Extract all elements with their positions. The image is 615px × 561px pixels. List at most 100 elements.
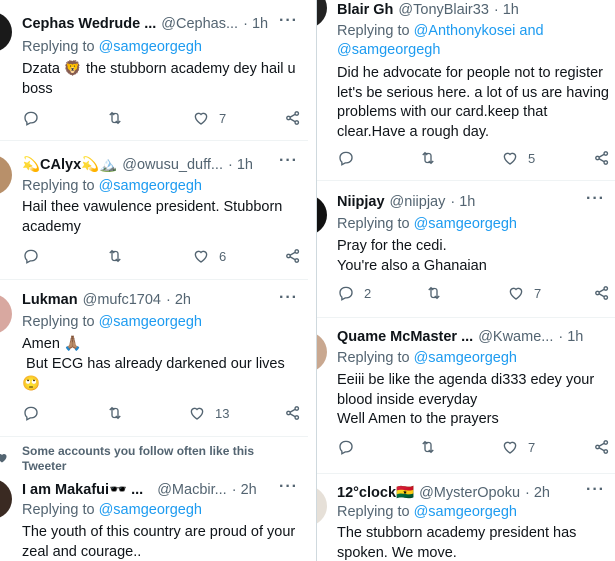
like-button[interactable]: 7 (192, 109, 226, 127)
mention-link[interactable]: @samgeorgegh (99, 502, 202, 518)
text-line: Pray for the cedi. (337, 238, 447, 254)
mention-link[interactable]: @samgeorgegh (414, 350, 517, 366)
avatar[interactable] (317, 0, 327, 28)
author-handle[interactable]: @MysterOpoku (419, 485, 520, 501)
heart-icon (503, 441, 517, 454)
avatar[interactable] (0, 294, 12, 334)
share-button[interactable] (284, 247, 302, 265)
reply-icon (339, 440, 353, 455)
share-button[interactable] (284, 109, 302, 127)
author-handle[interactable]: @TonyBlair33 (398, 2, 488, 18)
mention-link[interactable]: @samgeorgegh (99, 178, 202, 194)
author-name[interactable]: Quame McMaster ... (337, 329, 473, 345)
retweet-button[interactable] (106, 404, 124, 422)
mention-link[interactable]: @samgeorgegh (99, 314, 202, 330)
tweet-time[interactable]: · 1h (228, 157, 253, 173)
share-button[interactable] (284, 404, 302, 422)
more-options-icon[interactable]: ··· (586, 481, 605, 499)
retweet-icon (109, 111, 121, 125)
like-count: 5 (528, 150, 536, 166)
share-button[interactable] (593, 284, 611, 302)
author-name[interactable]: Cephas Wedrude ... (22, 16, 156, 32)
like-button[interactable]: 7 (507, 284, 541, 302)
retweet-button[interactable] (106, 109, 124, 127)
more-options-icon[interactable]: ··· (279, 152, 298, 170)
reply-button[interactable] (22, 404, 40, 422)
replying-to: Replying to @samgeorgegh (22, 314, 202, 330)
heart-icon (509, 287, 523, 300)
share-button[interactable] (593, 438, 611, 456)
tweet-card[interactable]: Lukman @mufc1704 · 2h ··· Replying to @s… (0, 280, 308, 437)
mention-link[interactable]: @samgeorgegh (337, 42, 440, 58)
tweet-card[interactable]: Blair Gh @TonyBlair33 · 1h Replying to @… (317, 0, 615, 181)
reply-button[interactable]: 2 (337, 284, 371, 302)
author-handle[interactable]: @Kwame... (478, 329, 553, 345)
author-name[interactable]: Niipjay (337, 194, 385, 210)
avatar[interactable] (317, 332, 327, 372)
like-button[interactable]: 13 (188, 404, 229, 422)
author-handle[interactable]: @niipjay (390, 194, 446, 210)
tweet-card[interactable]: Niipjay @niipjay · 1h ··· Replying to @s… (317, 181, 615, 318)
mention-link[interactable]: @samgeorgegh (414, 216, 517, 232)
mention-link[interactable]: @samgeorgegh (99, 39, 202, 55)
mention-link[interactable]: @Anthonykosei and (414, 23, 544, 39)
avatar[interactable] (0, 12, 12, 52)
author-name[interactable]: 💫CAlyx💫🏔️ (22, 156, 117, 173)
reply-button[interactable] (22, 247, 40, 265)
author-handle[interactable]: @Cephas... (161, 16, 238, 32)
more-options-icon[interactable]: ··· (279, 289, 298, 307)
tweet-card[interactable]: 12°clock🇬🇭 @MysterOpoku · 2h ··· Replyin… (317, 474, 615, 561)
author-name[interactable]: 12°clock🇬🇭 (337, 484, 414, 501)
author-name[interactable]: Blair Gh (337, 2, 393, 18)
retweet-button[interactable] (419, 149, 437, 167)
tweet-time[interactable]: · 1h (243, 16, 268, 32)
avatar[interactable] (317, 486, 327, 526)
tweet-time[interactable]: · 2h (166, 292, 191, 308)
more-options-icon[interactable]: ··· (586, 190, 605, 208)
reply-icon (339, 286, 353, 301)
author-handle[interactable]: @Macbir... (157, 482, 227, 498)
tweet-time[interactable]: · 1h (494, 2, 519, 18)
tweet-card[interactable]: 💫CAlyx💫🏔️ @owusu_duff... · 1h ··· Replyi… (0, 141, 308, 280)
heart-icon (194, 112, 208, 125)
reply-button[interactable] (337, 438, 355, 456)
author-name[interactable]: Lukman (22, 292, 78, 308)
like-button[interactable]: 7 (501, 438, 535, 456)
like-count: 7 (528, 439, 536, 455)
tweet-text: Pray for the cedi. You're also a Ghanaia… (337, 237, 609, 276)
author-handle[interactable]: @owusu_duff... (122, 157, 223, 173)
like-button[interactable]: 6 (192, 247, 226, 265)
author-handle[interactable]: @mufc1704 (83, 292, 161, 308)
more-options-icon[interactable]: ··· (279, 478, 298, 496)
replying-to: Replying to @Anthonykosei and (337, 23, 544, 39)
replying-prefix: Replying to (22, 314, 95, 330)
tweet-time[interactable]: · 1h (558, 329, 583, 345)
right-column: Blair Gh @TonyBlair33 · 1h Replying to @… (316, 0, 615, 561)
reply-button[interactable] (22, 109, 40, 127)
share-button[interactable] (593, 149, 611, 167)
author-name[interactable]: I am Makafui🕶️ ... (22, 481, 143, 498)
avatar[interactable] (317, 195, 327, 235)
retweet-button[interactable] (425, 284, 443, 302)
more-options-icon[interactable]: ··· (279, 12, 298, 30)
like-count: 13 (215, 405, 230, 421)
tweet-card[interactable]: Cephas Wedrude ... @Cephas... · 1h ··· R… (0, 0, 308, 141)
tweet-card[interactable]: Quame McMaster ... @Kwame... · 1h Replyi… (317, 318, 615, 474)
reply-button[interactable] (337, 149, 355, 167)
tweet-time[interactable]: · 2h (525, 485, 550, 501)
tweet-time[interactable]: · 2h (232, 482, 257, 498)
like-count: 6 (219, 248, 227, 264)
retweet-button[interactable] (106, 247, 124, 265)
mention-link[interactable]: @samgeorgegh (414, 504, 517, 520)
avatar[interactable] (0, 479, 12, 519)
tweet-time[interactable]: · 1h (450, 194, 475, 210)
social-context[interactable]: Some accounts you follow often like this… (22, 444, 254, 474)
column-gap (308, 0, 316, 561)
heart-icon (503, 152, 517, 165)
text-line: academy (22, 218, 81, 235)
retweet-button[interactable] (419, 438, 437, 456)
like-button[interactable]: 5 (501, 149, 535, 167)
text-line: Did he advocate for people not to regist… (337, 65, 603, 81)
avatar[interactable] (0, 155, 12, 195)
tweet-card[interactable]: Some accounts you follow often like this… (0, 437, 308, 561)
